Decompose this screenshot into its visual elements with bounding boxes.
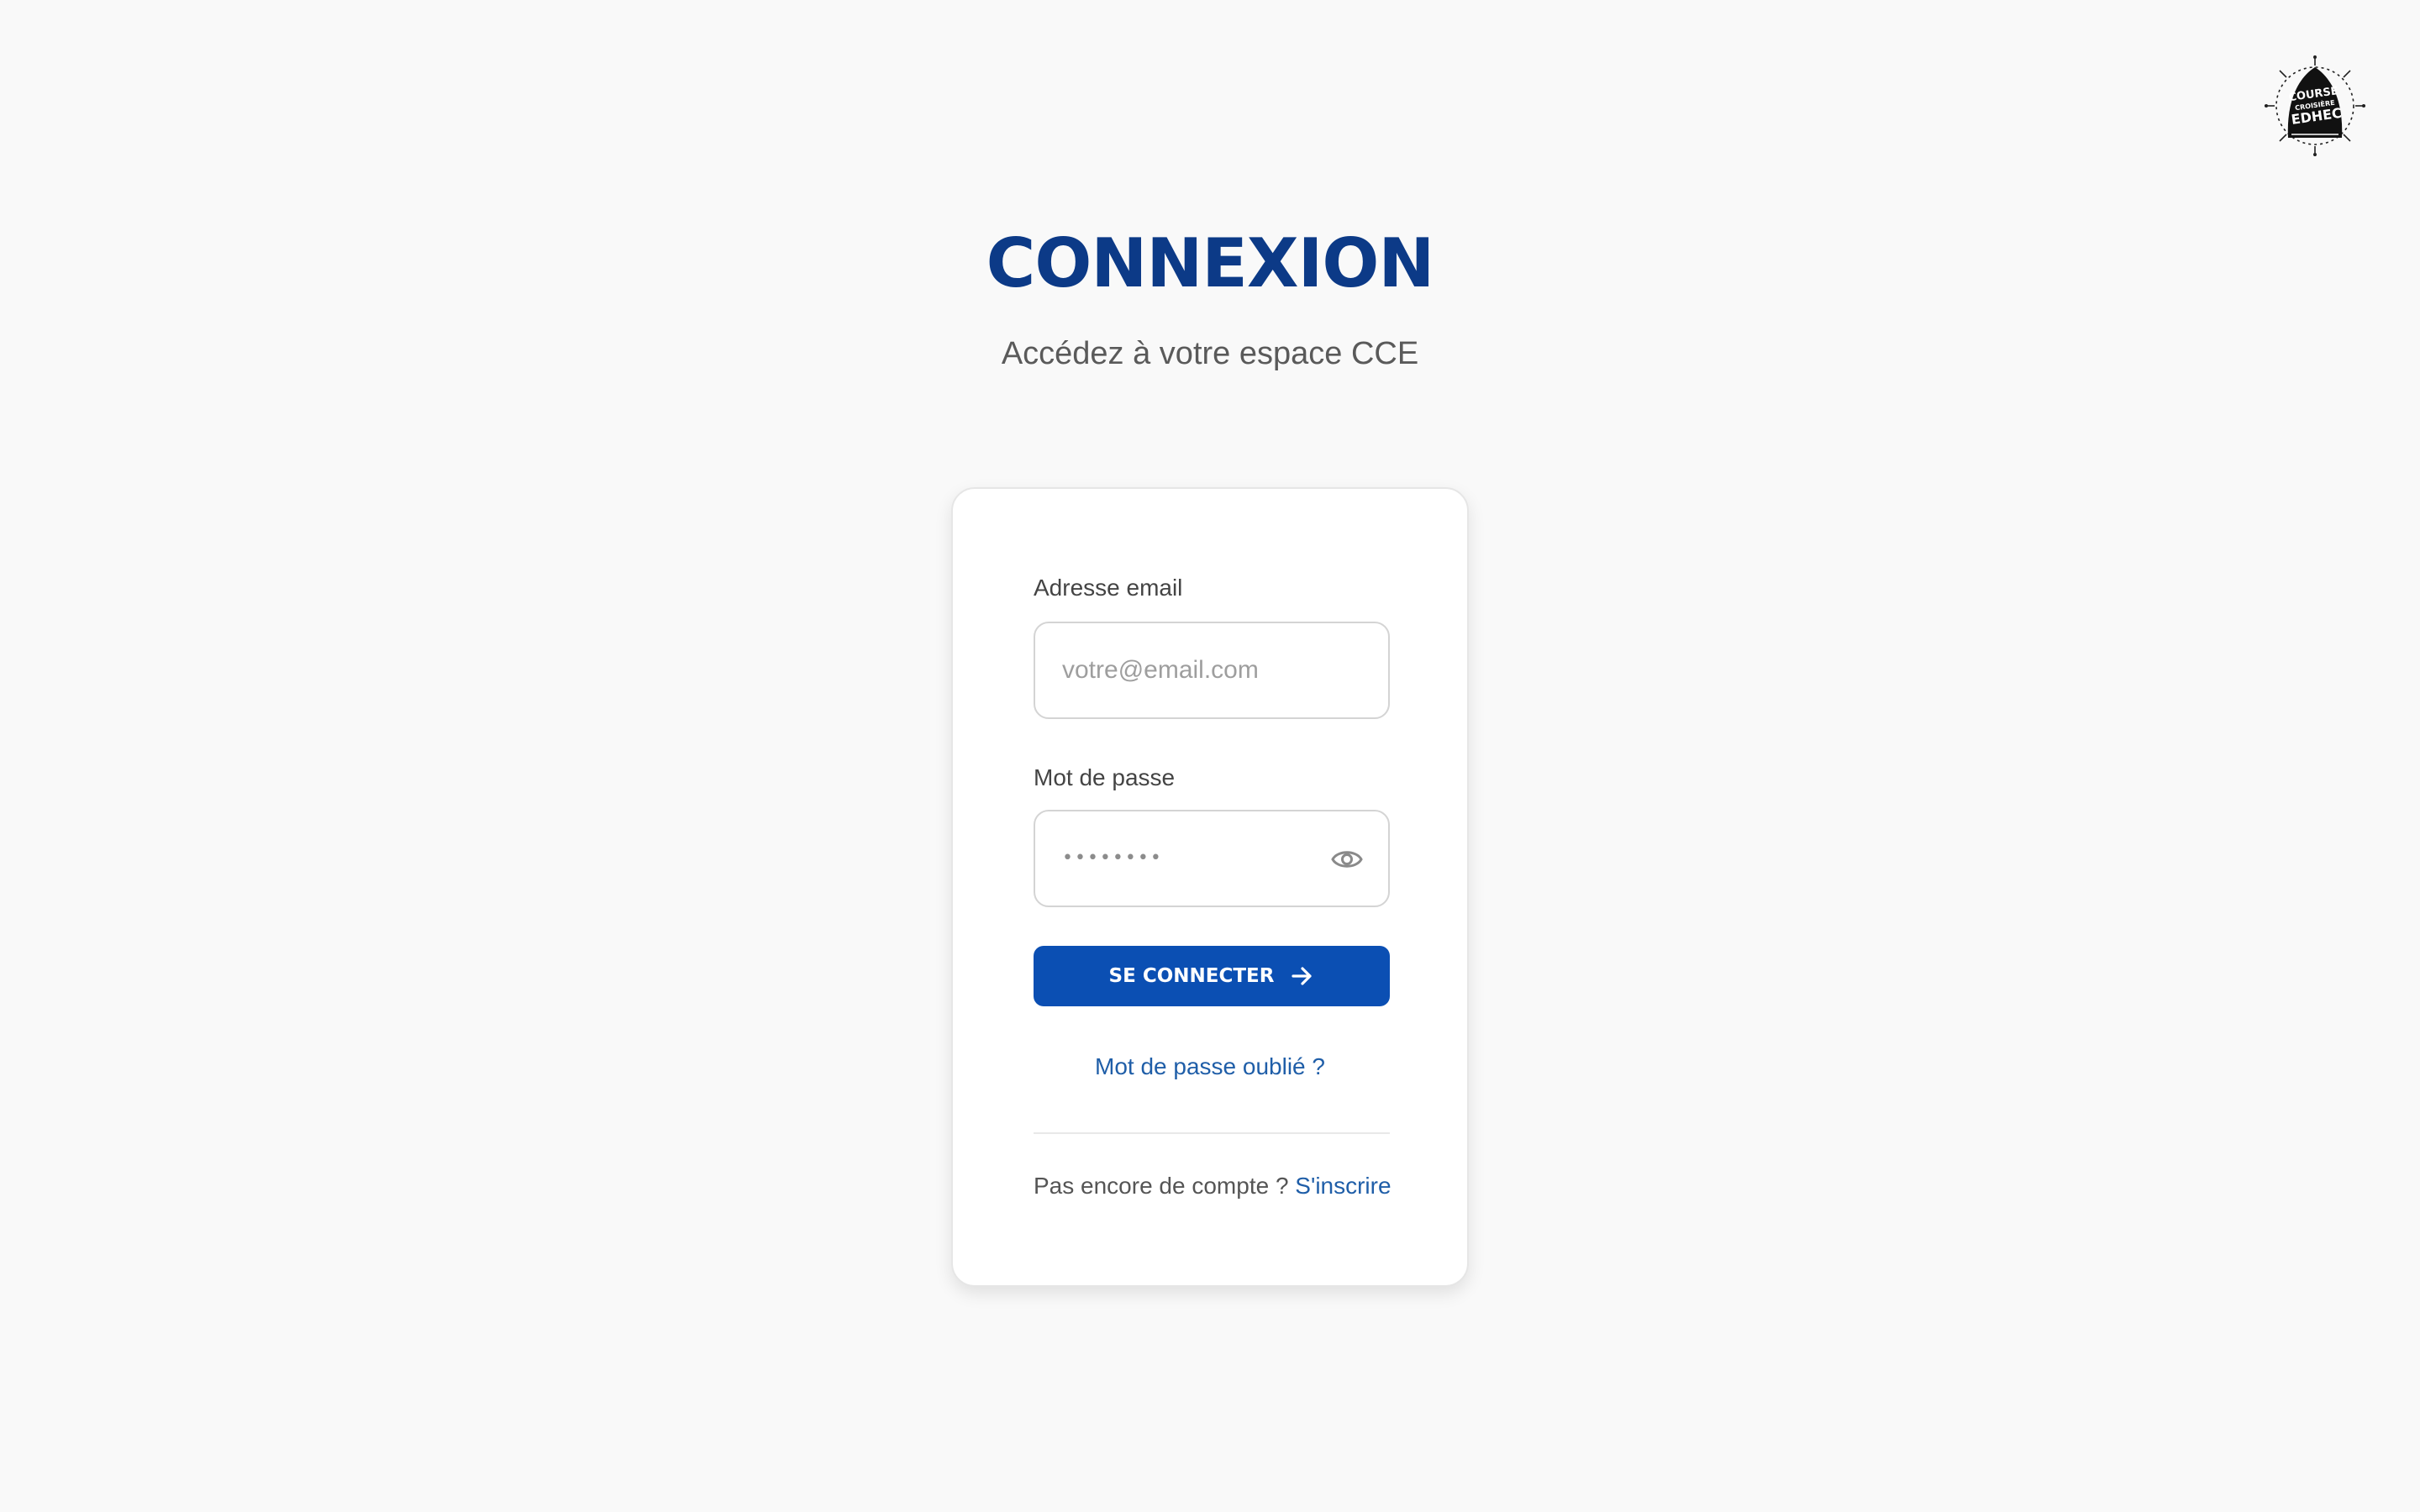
email-field-container [1034,622,1390,719]
page-subtitle: Accédez à votre espace CCE [1001,336,1419,371]
email-field[interactable] [1062,623,1348,717]
login-button[interactable]: SE CONNECTER [1034,946,1390,1006]
password-field[interactable]: •••••••• [1034,810,1390,907]
signup-prompt: Pas encore de compte ? [1034,1173,1289,1199]
signup-row: Pas encore de compte ? S'inscrire [1034,1171,1392,1201]
signup-link[interactable]: S'inscrire [1295,1173,1391,1199]
password-label: Mot de passe [1034,764,1176,790]
login-card: Adresse email Mot de passe •••••••• SE C… [951,487,1469,1287]
forgot-password-link[interactable]: Mot de passe oublié ? [953,1052,1467,1082]
password-value: •••••••• [1062,848,1163,869]
eye-icon[interactable] [1331,845,1363,874]
login-button-label: SE CONNECTER [1108,965,1275,987]
email-label: Adresse email [1034,575,1183,601]
page-title: CONNEXION [986,224,1435,302]
course-croisiere-edhec-logo: COURSE CROISIÈRE EDHEC [2263,54,2367,158]
divider [1034,1132,1390,1134]
arrow-right-icon [1291,965,1314,987]
